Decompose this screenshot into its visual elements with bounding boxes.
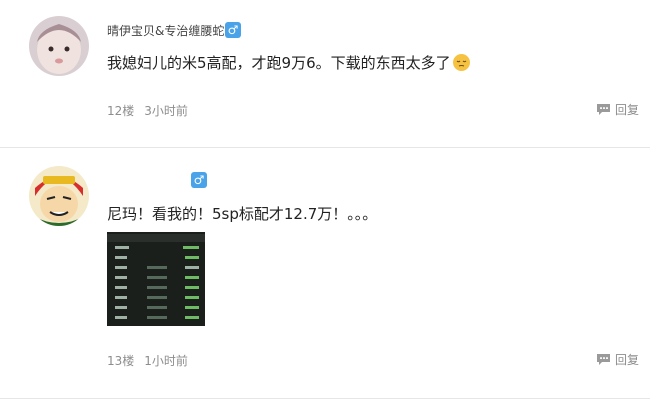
comment-text-row: 我媳妇儿的米5高配，才跑9万6。下载的东西太多了 xyxy=(107,52,470,73)
comment-text: 我媳妇儿的米5高配，才跑9万6。下载的东西太多了 xyxy=(107,54,451,72)
benchmark-screenshot-thumbnail[interactable] xyxy=(107,232,205,326)
reply-button[interactable]: 回复 xyxy=(596,101,639,118)
reply-icon xyxy=(597,104,610,115)
male-gender-icon: ♂ xyxy=(191,172,207,188)
floor-number: 12楼 xyxy=(107,104,135,118)
reply-label: 回复 xyxy=(615,353,640,367)
reply-label: 回复 xyxy=(615,103,640,117)
reply-icon xyxy=(597,354,610,365)
avatar[interactable] xyxy=(29,16,89,76)
comment-meta: 13楼 1小时前 xyxy=(107,352,198,369)
comment-meta: 12楼 3小时前 xyxy=(107,102,198,119)
comment-item: 晴伊宝贝&专治缠腰蛇 ♂ 我媳妇儿的米5高配，才跑9万6。下载的东西太多了 12… xyxy=(0,0,650,145)
reply-button[interactable]: 回复 xyxy=(596,351,639,368)
post-time: 3小时前 xyxy=(144,104,188,118)
floor-number: 13楼 xyxy=(107,354,135,368)
comment-text: 尼玛！看我的！5sp标配才12.7万！。。。 xyxy=(107,205,378,223)
comment-item: ♂ 尼玛！看我的！5sp标配才12.7万！。。。 13楼 1小时前 回复 xyxy=(0,150,650,396)
divider xyxy=(0,398,650,399)
pensive-face-emoji-icon xyxy=(452,54,470,71)
avatar[interactable] xyxy=(29,166,89,226)
post-time: 1小时前 xyxy=(144,354,188,368)
username[interactable]: 晴伊宝贝&专治缠腰蛇 xyxy=(107,22,224,39)
male-gender-icon: ♂ xyxy=(225,22,241,38)
divider xyxy=(0,147,650,148)
